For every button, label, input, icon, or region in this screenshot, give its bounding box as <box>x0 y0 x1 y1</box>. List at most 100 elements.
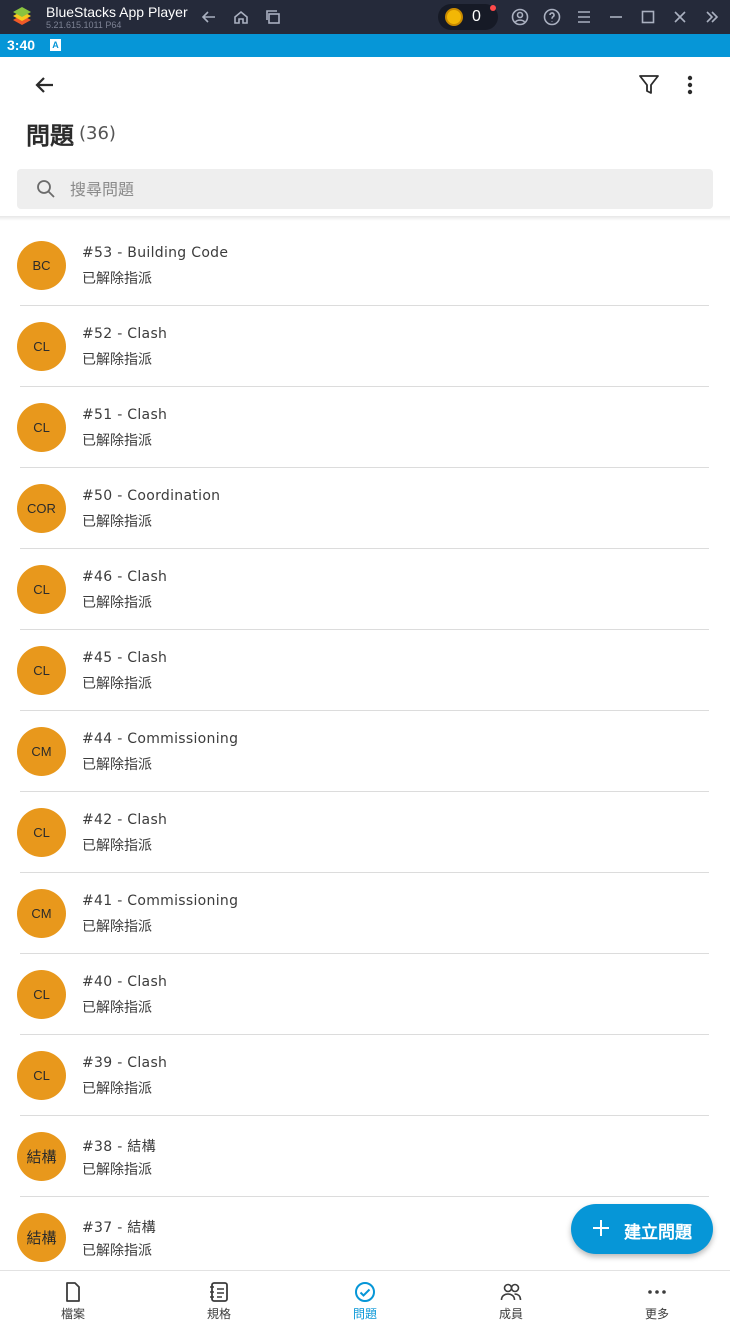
help-icon[interactable] <box>542 7 562 27</box>
coin-count: 0 <box>472 8 481 25</box>
filter-button[interactable] <box>634 70 664 100</box>
nav-item-files[interactable]: 檔案 <box>0 1271 146 1328</box>
spec-book-icon <box>210 1282 228 1302</box>
issue-type-avatar: 結構 <box>17 1132 66 1181</box>
issue-row[interactable]: CL #52 - Clash 已解除指派 <box>0 306 730 387</box>
issue-status: 已解除指派 <box>82 595 152 611</box>
nav-label: 檔案 <box>60 1307 85 1321</box>
issue-row[interactable]: CL #40 - Clash 已解除指派 <box>0 954 730 1035</box>
back-button[interactable] <box>30 70 60 100</box>
issue-row[interactable]: CL #39 - Clash 已解除指派 <box>0 1035 730 1116</box>
issue-title: #42 - Clash <box>82 812 168 828</box>
issue-type-avatar: BC <box>17 241 66 290</box>
filter-icon <box>639 75 659 94</box>
issue-title: #44 - Commissioning <box>82 731 239 747</box>
issue-title: #45 - Clash <box>82 650 168 666</box>
status-badge-icon: A <box>50 39 61 51</box>
account-icon[interactable] <box>510 7 530 27</box>
emulator-version: 5.21.615.1011 P64 <box>46 20 122 30</box>
issue-status: 已解除指派 <box>82 757 152 773</box>
issue-title: #37 - 結構 <box>82 1220 156 1236</box>
nav-label: 問題 <box>352 1307 377 1321</box>
issue-type-avatar: CM <box>17 727 66 776</box>
issue-type-avatar: CL <box>17 808 66 857</box>
coin-icon <box>445 8 463 26</box>
issue-row[interactable]: CL #46 - Clash 已解除指派 <box>0 549 730 630</box>
issue-status: 已解除指派 <box>82 1081 152 1097</box>
maximize-icon[interactable] <box>638 7 658 27</box>
issue-row[interactable]: CM #41 - Commissioning 已解除指派 <box>0 873 730 954</box>
issue-row[interactable]: CM #44 - Commissioning 已解除指派 <box>0 711 730 792</box>
arrow-back-icon <box>35 77 53 93</box>
issue-type-avatar: CL <box>17 322 66 371</box>
search-input[interactable] <box>70 176 690 202</box>
bluestacks-logo-icon <box>13 7 31 25</box>
emulator-app-title: BlueStacks App Player <box>46 4 188 20</box>
nav-item-specs[interactable]: 規格 <box>146 1271 292 1328</box>
nav-label: 規格 <box>206 1307 231 1321</box>
issue-status: 已解除指派 <box>82 1243 152 1259</box>
issue-title: #51 - Clash <box>82 407 168 423</box>
issue-type-avatar: CL <box>17 1051 66 1100</box>
issue-row[interactable]: BC #53 - Building Code 已解除指派 <box>0 225 730 306</box>
menu-icon[interactable] <box>574 7 594 27</box>
issue-type-avatar: CL <box>17 403 66 452</box>
emulator-back-icon[interactable] <box>199 7 219 27</box>
issue-type-avatar: CL <box>17 565 66 614</box>
issue-title: #38 - 結構 <box>82 1139 156 1155</box>
issue-type-avatar: CM <box>17 889 66 938</box>
emulator-recent-apps-icon[interactable] <box>263 7 283 27</box>
search-icon <box>37 180 55 198</box>
nav-item-more[interactable]: 更多 <box>584 1271 730 1328</box>
issue-row[interactable]: CL #51 - Clash 已解除指派 <box>0 387 730 468</box>
issue-title: #40 - Clash <box>82 974 168 990</box>
issue-list[interactable]: BC #53 - Building Code 已解除指派 CL #52 - Cl… <box>0 225 730 1270</box>
issue-row[interactable]: COR #50 - Coordination 已解除指派 <box>0 468 730 549</box>
issue-status: 已解除指派 <box>82 838 152 854</box>
nav-item-issues[interactable]: 問題 <box>292 1271 438 1328</box>
issue-count: (36) <box>79 123 116 144</box>
issue-type-avatar: CL <box>17 646 66 695</box>
plus-icon <box>593 1220 609 1236</box>
issue-title: #39 - Clash <box>82 1055 168 1071</box>
issue-type-avatar: 結構 <box>17 1213 66 1262</box>
overflow-menu-button[interactable] <box>676 70 704 100</box>
issue-status: 已解除指派 <box>82 352 152 368</box>
nav-label: 成員 <box>498 1307 523 1321</box>
issue-status: 已解除指派 <box>82 919 152 935</box>
nav-item-members[interactable]: 成員 <box>438 1271 584 1328</box>
more-dots-icon <box>648 1290 666 1294</box>
issue-status: 已解除指派 <box>82 433 152 449</box>
header-shadow <box>0 216 730 221</box>
members-icon <box>500 1283 522 1301</box>
issue-status: 已解除指派 <box>82 676 152 692</box>
more-vert-icon <box>687 75 693 95</box>
status-bar: 3:40 A <box>0 34 730 57</box>
issue-status: 已解除指派 <box>82 1162 152 1178</box>
issue-row[interactable]: CL #42 - Clash 已解除指派 <box>0 792 730 873</box>
bottom-navigation: 檔案 規格 問題 成員 更多 <box>0 1270 730 1328</box>
notification-dot <box>490 5 496 11</box>
status-time: 3:40 <box>7 37 36 53</box>
issue-row[interactable]: 結構 #38 - 結構 已解除指派 <box>0 1116 730 1197</box>
issue-title: #52 - Clash <box>82 326 168 342</box>
create-issue-button[interactable]: 建立問題 <box>571 1204 713 1254</box>
issue-status: 已解除指派 <box>82 1000 152 1016</box>
issue-status: 已解除指派 <box>82 514 152 530</box>
document-icon <box>66 1282 80 1302</box>
emulator-home-icon[interactable] <box>231 7 251 27</box>
emulator-title-bar: BlueStacks App Player 5.21.615.1011 P64 … <box>0 0 730 34</box>
issue-title: #50 - Coordination <box>82 488 221 504</box>
page-title: 問題 <box>26 122 74 150</box>
issue-title: #41 - Commissioning <box>82 893 239 909</box>
issue-type-avatar: CL <box>17 970 66 1019</box>
issue-type-avatar: COR <box>17 484 66 533</box>
minimize-icon[interactable] <box>606 7 626 27</box>
issue-status: 已解除指派 <box>82 271 152 287</box>
issue-title: #46 - Clash <box>82 569 168 585</box>
issue-row[interactable]: CL #45 - Clash 已解除指派 <box>0 630 730 711</box>
expand-sidebar-icon[interactable] <box>702 7 722 27</box>
create-issue-label: 建立問題 <box>624 1223 692 1243</box>
nav-label: 更多 <box>644 1307 669 1321</box>
close-icon[interactable] <box>670 7 690 27</box>
